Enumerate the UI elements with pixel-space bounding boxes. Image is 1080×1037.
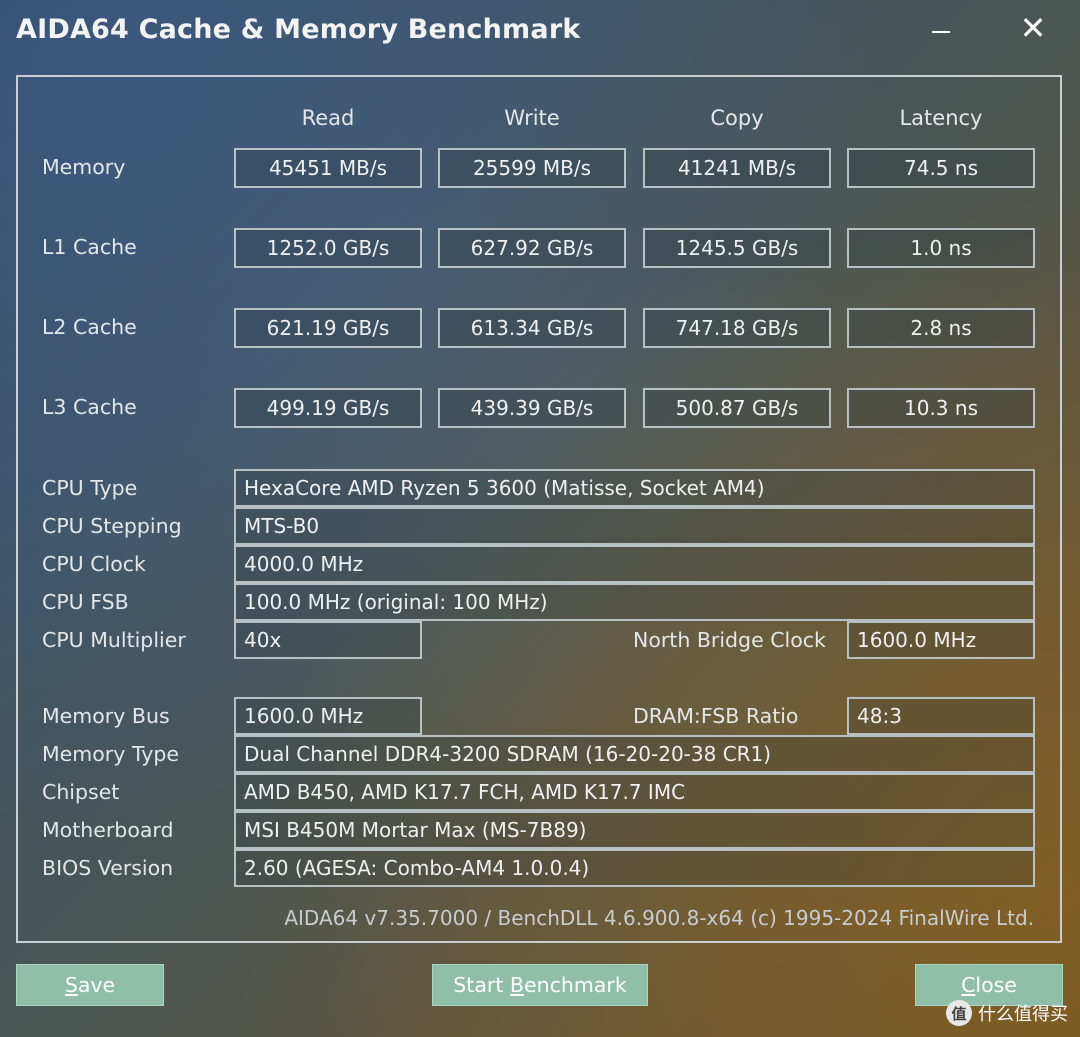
l3-write-value: 439.39 GB/s (438, 388, 626, 428)
memory-bus-label: Memory Bus (42, 704, 170, 728)
memory-read-value: 45451 MB/s (234, 148, 422, 188)
bios-version-value: 2.60 (AGESA: Combo-AM4 1.0.0.4) (234, 849, 1035, 887)
cpu-stepping-value: MTS-B0 (234, 507, 1035, 545)
memory-bus-value: 1600.0 MHz (234, 697, 422, 735)
cpu-multiplier-label: CPU Multiplier (42, 628, 186, 652)
cpu-type-label: CPU Type (42, 476, 138, 500)
start-mnemonic: B (509, 973, 524, 997)
bios-version-label: BIOS Version (42, 856, 174, 880)
l1-latency-value: 1.0 ns (847, 228, 1035, 268)
column-header-write: Write (504, 106, 560, 130)
cpu-stepping-label: CPU Stepping (42, 514, 182, 538)
version-footer: AIDA64 v7.35.7000 / BenchDLL 4.6.900.8-x… (284, 906, 1034, 930)
l1-write-value: 627.92 GB/s (438, 228, 626, 268)
l3-latency-value: 10.3 ns (847, 388, 1035, 428)
column-header-read: Read (301, 106, 355, 130)
cpu-clock-value: 4000.0 MHz (234, 545, 1035, 583)
cpu-type-value: HexaCore AMD Ryzen 5 3600 (Matisse, Sock… (234, 469, 1035, 507)
start-label-prefix: Start (453, 973, 510, 997)
memory-type-label: Memory Type (42, 742, 179, 766)
save-label: ave (77, 973, 116, 997)
site-watermark: 值 什么值得买 (946, 1000, 1068, 1026)
start-label-rest: enchmark (523, 973, 627, 997)
north-bridge-clock-label: North Bridge Clock (633, 628, 826, 652)
minimize-button[interactable] (918, 8, 964, 48)
row-label-l1-cache: L1 Cache (42, 235, 137, 259)
memory-latency-value: 74.5 ns (847, 148, 1035, 188)
l2-latency-value: 2.8 ns (847, 308, 1035, 348)
memory-copy-value: 41241 MB/s (643, 148, 831, 188)
l2-write-value: 613.34 GB/s (438, 308, 626, 348)
cpu-fsb-value: 100.0 MHz (original: 100 MHz) (234, 583, 1035, 621)
watermark-text: 什么值得买 (978, 1004, 1068, 1025)
start-benchmark-button[interactable]: Start Benchmark (432, 964, 648, 1006)
save-button[interactable]: Save (16, 964, 164, 1006)
column-header-copy: Copy (710, 106, 764, 130)
row-label-memory: Memory (42, 155, 126, 179)
motherboard-value: MSI B450M Mortar Max (MS-7B89) (234, 811, 1035, 849)
window-close-button[interactable]: ✕ (1010, 8, 1056, 48)
motherboard-label: Motherboard (42, 818, 174, 842)
cpu-clock-label: CPU Clock (42, 552, 146, 576)
close-mnemonic: C (961, 973, 976, 997)
cpu-fsb-label: CPU FSB (42, 590, 129, 614)
chipset-value: AMD B450, AMD K17.7 FCH, AMD K17.7 IMC (234, 773, 1035, 811)
l3-copy-value: 500.87 GB/s (643, 388, 831, 428)
memory-write-value: 25599 MB/s (438, 148, 626, 188)
watermark-logo-icon: 值 (946, 1000, 972, 1026)
close-icon: ✕ (1019, 9, 1047, 47)
window-title: AIDA64 Cache & Memory Benchmark (16, 14, 581, 45)
l1-read-value: 1252.0 GB/s (234, 228, 422, 268)
column-header-latency: Latency (899, 106, 983, 130)
l1-copy-value: 1245.5 GB/s (643, 228, 831, 268)
l3-read-value: 499.19 GB/s (234, 388, 422, 428)
north-bridge-clock-value: 1600.0 MHz (847, 621, 1035, 659)
row-label-l3-cache: L3 Cache (42, 395, 137, 419)
l2-read-value: 621.19 GB/s (234, 308, 422, 348)
memory-type-value: Dual Channel DDR4-3200 SDRAM (16-20-20-3… (234, 735, 1035, 773)
dram-fsb-ratio-value: 48:3 (847, 697, 1035, 735)
chipset-label: Chipset (42, 780, 120, 804)
save-mnemonic: S (64, 973, 78, 997)
row-label-l2-cache: L2 Cache (42, 315, 137, 339)
dram-fsb-ratio-label: DRAM:FSB Ratio (633, 704, 799, 728)
minimize-icon (932, 31, 950, 33)
cpu-multiplier-value: 40x (234, 621, 422, 659)
l2-copy-value: 747.18 GB/s (643, 308, 831, 348)
close-label: lose (975, 973, 1017, 997)
